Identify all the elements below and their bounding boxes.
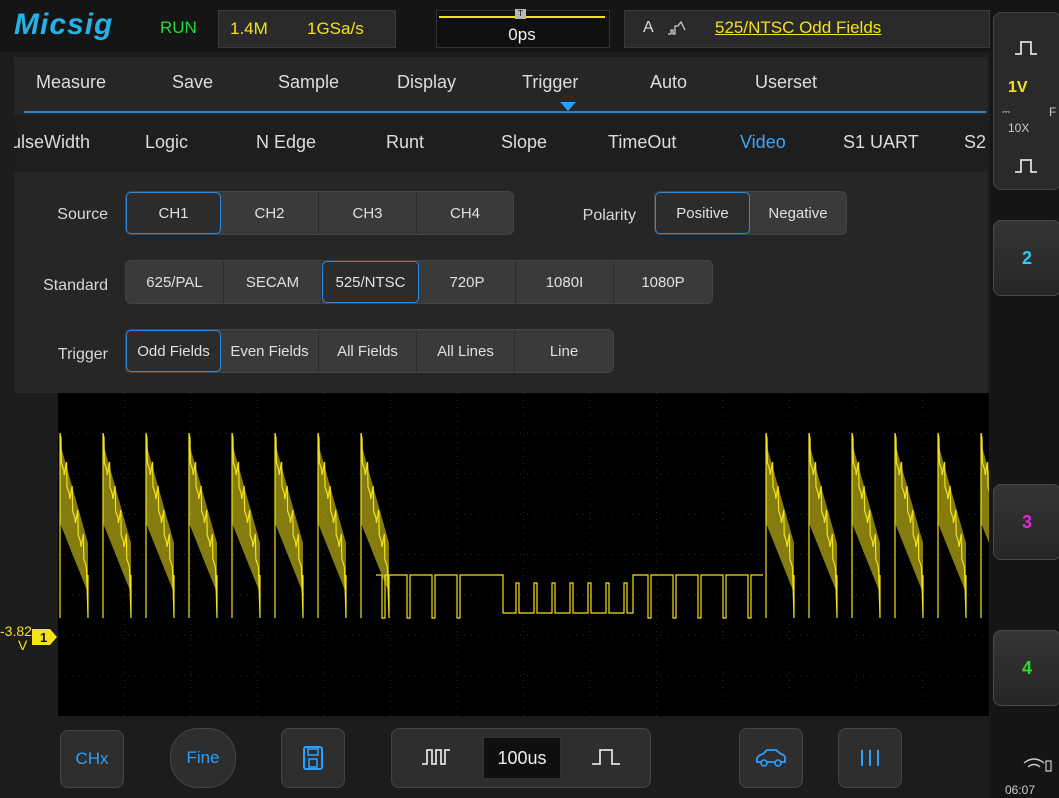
subtab-runt[interactable]: Runt: [386, 132, 424, 153]
standard-secam-button[interactable]: SECAM: [224, 261, 322, 303]
polarity-label: Polarity: [582, 207, 636, 224]
ch1-scale: 1V: [1008, 79, 1028, 96]
source-ch3-button[interactable]: CH3: [319, 192, 417, 234]
chx-button[interactable]: CHx: [60, 730, 124, 788]
run-stop-status[interactable]: RUN: [160, 18, 197, 38]
channel-3-button[interactable]: 3: [993, 484, 1059, 560]
subtab-timeout[interactable]: TimeOut: [608, 132, 676, 153]
trigger-line-button[interactable]: Line: [515, 330, 613, 372]
wifi-icon: [1023, 758, 1052, 772]
slow-pulse-icon: [592, 749, 620, 765]
subtab-logic[interactable]: Logic: [145, 132, 188, 153]
acquisition-info[interactable]: 1.4M 1GSa/s: [218, 10, 396, 48]
trigger-source: A: [643, 19, 654, 36]
save-icon: [303, 746, 323, 770]
waveform-display[interactable]: [58, 393, 989, 716]
timebase-increase-button[interactable]: [570, 737, 642, 777]
ch1-pulse-icon: [1015, 159, 1037, 173]
trigger-description: 525/NTSC Odd Fields: [715, 18, 882, 37]
source-button-group: CH1 CH2 CH3 CH4: [125, 191, 514, 235]
subtab-n-edge[interactable]: N Edge: [256, 132, 316, 153]
car-icon: [756, 749, 786, 767]
source-ch1-button[interactable]: CH1: [126, 192, 221, 234]
active-tab-pointer-icon: [560, 102, 576, 111]
timebase-control: 100us: [391, 728, 651, 788]
ch1-rising-edge-icon: [1015, 41, 1037, 55]
trigger-even-fields-button[interactable]: Even Fields: [221, 330, 319, 372]
trigger-mode-label: Trigger: [57, 346, 108, 363]
sample-rate: 1GSa/s: [307, 19, 364, 38]
fine-button[interactable]: Fine: [170, 728, 236, 788]
trigger-mode-button-group: Odd Fields Even Fields All Fields All Li…: [125, 329, 614, 373]
trigger-type-tabs: ulseWidth Logic N Edge Runt Slope TimeOu…: [14, 115, 988, 172]
tab-trigger[interactable]: Trigger: [522, 72, 578, 93]
tab-display[interactable]: Display: [397, 72, 456, 93]
ch1-probe-ratio: 10X: [1008, 121, 1030, 135]
auto-set-button[interactable]: [739, 728, 803, 788]
source-ch4-button[interactable]: CH4: [417, 192, 513, 234]
trigger-all-lines-button[interactable]: All Lines: [417, 330, 515, 372]
ch1-waveform-envelope: [60, 443, 989, 593]
memory-depth: 1.4M: [230, 19, 268, 38]
subtab-video[interactable]: Video: [740, 132, 786, 153]
trigger-position-icon: T: [515, 9, 526, 19]
subtab-s1-uart[interactable]: S1 UART: [843, 132, 919, 153]
tab-measure[interactable]: Measure: [36, 72, 106, 93]
tab-userset[interactable]: Userset: [755, 72, 817, 93]
tab-auto[interactable]: Auto: [650, 72, 687, 93]
ch1-bandwidth-label: F: [1049, 105, 1057, 119]
trigger-info[interactable]: A 525/NTSC Odd Fields: [624, 10, 990, 48]
standard-525-ntsc-button[interactable]: 525/NTSC: [322, 261, 419, 303]
polarity-negative-button[interactable]: Negative: [750, 192, 846, 234]
standard-1080i-button[interactable]: 1080I: [516, 261, 614, 303]
trigger-menu-panel: Measure Save Sample Display Trigger Auto…: [14, 57, 988, 393]
subtab-pulsewidth[interactable]: ulseWidth: [14, 132, 90, 153]
menu-button[interactable]: [838, 728, 902, 788]
ch1-ground-marker-icon[interactable]: 1: [32, 627, 58, 647]
status-bar: Micsig RUN 1.4M 1GSa/s T 0ps A 525/NTSC …: [0, 0, 990, 52]
brand-logo: Micsig: [14, 8, 114, 41]
standard-1080p-button[interactable]: 1080P: [614, 261, 712, 303]
polarity-button-group: Positive Negative: [654, 191, 847, 235]
channel-sidebar: 1V ⎓ F 10X 2 3 4: [990, 0, 1059, 798]
channel-4-button[interactable]: 4: [993, 630, 1059, 706]
bars-icon: [861, 750, 879, 766]
standard-button-group: 625/PAL SECAM 525/NTSC 720P 1080I 1080P: [125, 260, 713, 304]
dc-coupling-icon: ⎓: [1002, 107, 1010, 118]
trigger-all-fields-button[interactable]: All Fields: [319, 330, 417, 372]
ch1-marker-number: 1: [40, 630, 47, 645]
standard-625-pal-button[interactable]: 625/PAL: [126, 261, 224, 303]
standard-720p-button[interactable]: 720P: [419, 261, 516, 303]
graticule-grid: [58, 393, 989, 716]
ch1-panel[interactable]: 1V ⎓ F 10X: [993, 12, 1059, 190]
trigger-delay-indicator[interactable]: T 0ps: [436, 9, 610, 48]
subtab-s2[interactable]: S2: [964, 132, 986, 153]
tab-sample[interactable]: Sample: [278, 72, 339, 93]
waveform-plot: [58, 393, 989, 716]
save-button[interactable]: [281, 728, 345, 788]
timebase-decrease-button[interactable]: [400, 737, 472, 777]
trigger-delay-value: 0ps: [508, 25, 536, 44]
polarity-positive-button[interactable]: Positive: [655, 192, 750, 234]
trigger-odd-fields-button[interactable]: Odd Fields: [126, 330, 221, 372]
clock: 06:07: [1005, 783, 1036, 797]
subtab-slope[interactable]: Slope: [501, 132, 547, 153]
channel-2-button[interactable]: 2: [993, 220, 1059, 296]
tab-save[interactable]: Save: [172, 72, 213, 93]
tab-underline: [24, 111, 986, 113]
fast-pulse-icon: [422, 749, 450, 765]
video-trigger-icon: [668, 20, 686, 35]
timebase-value[interactable]: 100us: [483, 737, 561, 779]
source-ch2-button[interactable]: CH2: [221, 192, 319, 234]
standard-label: Standard: [43, 277, 108, 294]
source-label: Source: [57, 206, 108, 223]
